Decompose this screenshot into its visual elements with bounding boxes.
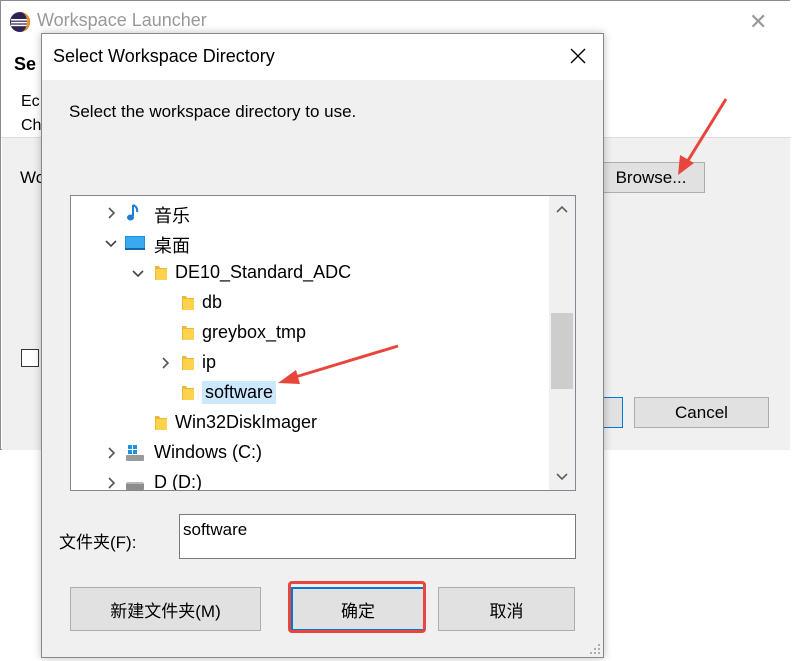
folder-icon — [178, 293, 198, 313]
tree-item-label: 桌面 — [154, 236, 190, 256]
drive-icon — [124, 473, 144, 490]
tree-item-label: DE10_Standard_ADC — [175, 262, 352, 282]
tree-item-label: greybox_tmp — [202, 322, 307, 342]
tree-item-label: 音乐 — [154, 206, 190, 226]
folder-input[interactable]: software — [179, 514, 576, 559]
tree-item[interactable]: DE10_Standard_ADC — [71, 258, 549, 288]
close-icon[interactable] — [566, 44, 590, 68]
eclipse-icon — [9, 11, 31, 33]
tree-item-label: Windows (C:) — [154, 442, 263, 462]
tree-item[interactable]: D (D:) — [71, 468, 549, 491]
folder-icon — [178, 323, 198, 343]
folder-icon — [151, 413, 171, 433]
chevron-right-icon[interactable] — [104, 446, 118, 460]
music-note-icon — [124, 203, 144, 223]
dialog-prompt: Select the workspace directory to use. — [69, 102, 357, 121]
chevron-down-icon[interactable] — [131, 266, 145, 280]
tree-item[interactable]: Windows (C:) — [71, 438, 549, 468]
launcher-title: Workspace Launcher — [37, 10, 207, 30]
folder-icon — [151, 263, 171, 283]
chevron-right-icon[interactable] — [104, 476, 118, 490]
launcher-cancel-button[interactable]: Cancel — [634, 397, 769, 428]
folder-icon — [178, 383, 198, 403]
scroll-down-icon[interactable] — [549, 466, 575, 488]
scroll-thumb[interactable] — [551, 313, 573, 389]
launcher-close-icon[interactable]: ✕ — [749, 9, 767, 35]
default-workspace-checkbox[interactable] — [21, 349, 39, 367]
tree-item[interactable]: db — [71, 288, 549, 318]
cancel-button[interactable]: 取消 — [438, 587, 575, 631]
chevron-down-icon[interactable] — [104, 236, 118, 250]
desktop-icon — [124, 233, 145, 253]
folder-icon — [178, 353, 198, 373]
annotation-arrow-browse — [678, 98, 728, 175]
launcher-desc-line2: Ch — [21, 117, 42, 134]
scroll-up-icon[interactable] — [549, 198, 575, 220]
chevron-right-icon[interactable] — [158, 356, 172, 370]
tree-item-label: D (D:) — [154, 472, 202, 491]
resize-grip-icon[interactable] — [588, 642, 602, 656]
windows-drive-icon — [124, 443, 144, 463]
annotation-arrow-software — [278, 344, 399, 384]
launcher-desc-line1: Ec — [21, 93, 40, 110]
tree-item-label: ip — [202, 352, 217, 372]
launcher-ok-button[interactable] — [601, 397, 623, 428]
launcher-header-text: Se — [14, 54, 37, 74]
annotation-highlight-box — [288, 581, 426, 633]
tree-item[interactable]: 桌面 — [71, 228, 549, 258]
dialog-title: Select Workspace Directory — [53, 46, 275, 66]
tree-item-label: db — [202, 292, 223, 312]
tree-scrollbar[interactable] — [549, 196, 575, 490]
tree-item-label: software — [202, 381, 277, 404]
new-folder-button[interactable]: 新建文件夹(M) — [70, 587, 261, 631]
folder-field-label: 文件夹(F): — [59, 533, 137, 552]
tree-item[interactable]: 音乐 — [71, 198, 549, 228]
tree-item[interactable]: Win32DiskImager — [71, 408, 549, 438]
tree-item-label: Win32DiskImager — [175, 412, 318, 432]
chevron-right-icon[interactable] — [104, 206, 118, 220]
